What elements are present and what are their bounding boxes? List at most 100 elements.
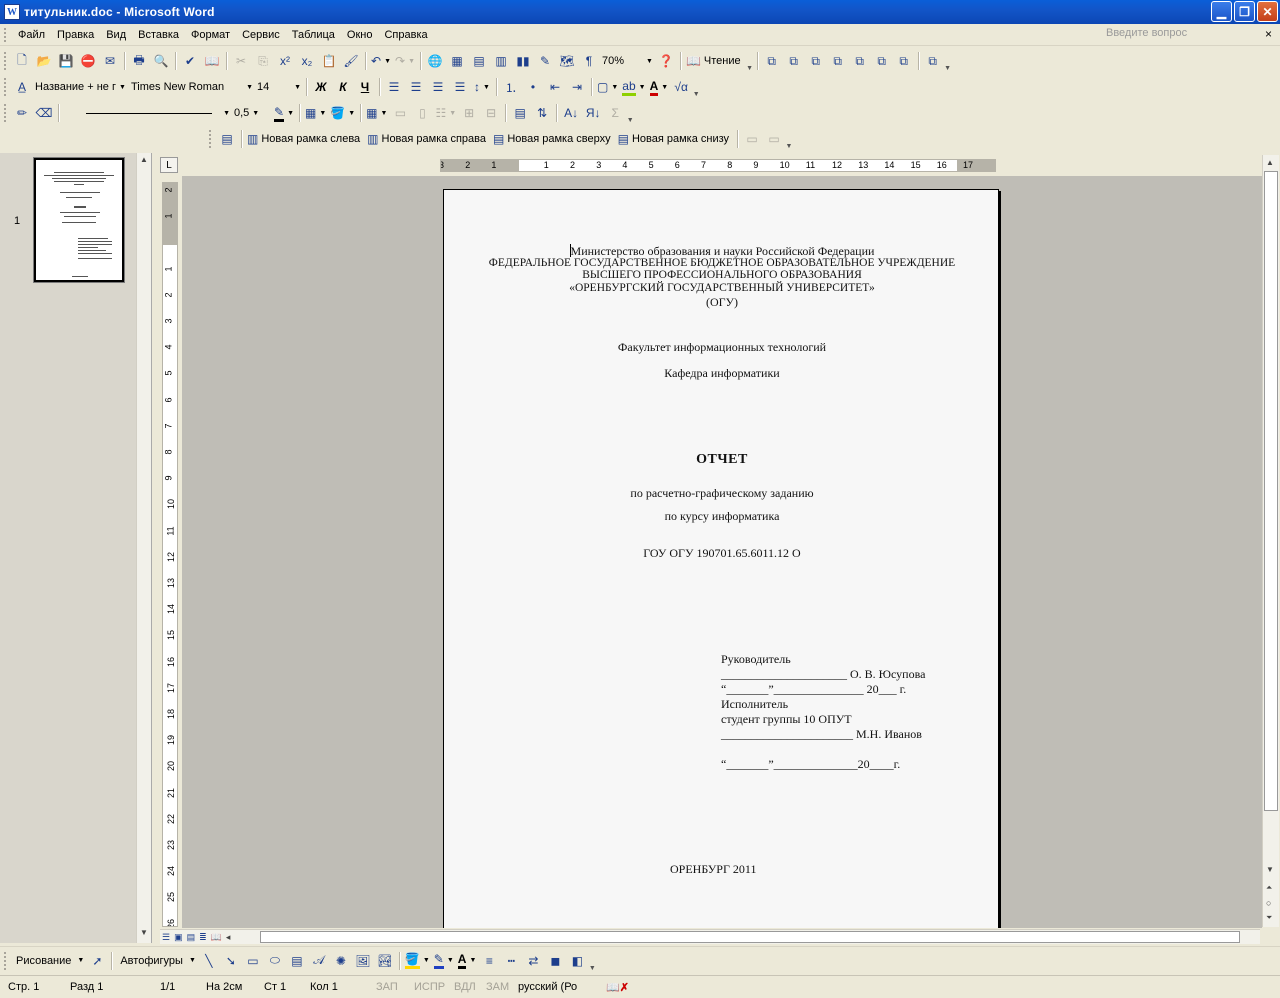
arrow-tool-icon[interactable]: ➘ [220, 950, 242, 972]
border-icon[interactable]: ▦ ▼ [303, 102, 328, 124]
autoshapes-button[interactable]: Автофигуры ▼ [115, 950, 198, 972]
help-search-input[interactable]: Введите вопрос [1106, 27, 1256, 43]
tables-borders-icon[interactable]: ▦ [446, 50, 468, 72]
scroll-down-icon[interactable]: ▼ [1266, 865, 1274, 874]
equation-icon[interactable]: √α [670, 76, 692, 98]
draw-menu-button[interactable]: Рисование ▼ [11, 950, 86, 972]
insert-table-icon[interactable]: ▤ [468, 50, 490, 72]
font-size-select[interactable]: 14 ▼ [255, 78, 303, 96]
insert-table-2-icon[interactable]: ▦ ▼ [364, 102, 389, 124]
new-document-icon[interactable]: 🗋 [11, 50, 33, 72]
menu-view[interactable]: Вид [100, 29, 132, 41]
menu-grip[interactable] [4, 27, 8, 42]
menu-file[interactable]: Файл [12, 29, 51, 41]
reading-view-icon[interactable]: 📖 [211, 932, 222, 943]
status-track-changes[interactable]: ИСПР [406, 981, 446, 993]
outline-view-icon[interactable]: ≣ [199, 932, 207, 943]
align-center-icon[interactable]: ☰ [405, 76, 427, 98]
numbering-icon[interactable]: ⒈ [500, 76, 522, 98]
autoformat-table-icon[interactable]: ▤ [509, 102, 531, 124]
frame-tool-5-icon[interactable]: ⧉ [849, 50, 871, 72]
subscript-icon[interactable]: x₂ [296, 50, 318, 72]
new-frame-right-button[interactable]: ▥ Новая рамка справа [365, 128, 491, 150]
distribute-rows-icon[interactable]: ⊞ [458, 102, 480, 124]
new-frame-left-button[interactable]: ▥ Новая рамка слева [245, 128, 365, 150]
zoom-select[interactable]: 70% ▼ [600, 52, 655, 70]
redo-icon[interactable]: ↷ ▼ [393, 50, 417, 72]
browse-object-icon[interactable]: ○ [1266, 898, 1271, 908]
bullets-icon[interactable]: • [522, 76, 544, 98]
spelling-icon[interactable]: ✔ [179, 50, 201, 72]
fill-color-icon[interactable]: 🪣 ▼ [403, 950, 432, 972]
style-select[interactable]: Название + не г ▼ [33, 78, 129, 96]
decrease-indent-icon[interactable]: ⇤ [544, 76, 566, 98]
close-button[interactable]: ✕ [1257, 1, 1278, 22]
shading-icon[interactable]: 🪣 ▼ [328, 102, 357, 124]
open-folder-icon[interactable]: 📂 [33, 50, 55, 72]
highlight-icon[interactable]: ab ▼ [620, 76, 647, 98]
web-view-icon[interactable]: ▣ [174, 932, 183, 943]
status-record[interactable]: ЗАП [368, 981, 406, 993]
document-area[interactable]: Министерство образования и науки Российс… [182, 176, 1262, 928]
print-icon[interactable]: 🖶 [128, 50, 150, 72]
styles-icon[interactable]: A̲ [11, 76, 33, 98]
bold-button[interactable]: Ж [310, 76, 332, 98]
text-direction-icon[interactable]: ⇅ [531, 102, 553, 124]
toolbar-options-6-icon[interactable]: ▼ [588, 950, 596, 972]
toolbar-options-3-icon[interactable]: ▼ [692, 76, 700, 98]
document-close-icon[interactable]: × [1265, 27, 1272, 41]
sort-descending-icon[interactable]: Я↓ [582, 102, 604, 124]
line-color-icon[interactable]: ✎ ▼ [432, 950, 456, 972]
paste-icon[interactable]: 📋 [318, 50, 340, 72]
font-select[interactable]: Times New Roman ▼ [129, 78, 255, 96]
menu-edit[interactable]: Правка [51, 29, 100, 41]
line-spacing-icon[interactable]: ↕ ▼ [471, 76, 493, 98]
permission-icon[interactable]: ⛔ [77, 50, 99, 72]
frame-tool-6-icon[interactable]: ⧉ [871, 50, 893, 72]
horizontal-scrollbar[interactable]: ☰ ▣ ▤ ≣ 📖 ◂ [160, 929, 1260, 944]
clipart-icon[interactable]: 🖼 [352, 950, 374, 972]
new-frame-bottom-button[interactable]: ▤ Новая рамка снизу [616, 128, 734, 150]
scroll-down-arrow-icon[interactable]: ▼ [140, 928, 148, 937]
research-icon[interactable]: 📖 [201, 50, 223, 72]
show-hide-icon[interactable]: ¶ [578, 50, 600, 72]
drawing-icon[interactable]: ✎ [534, 50, 556, 72]
page-thumbnail[interactable] [33, 157, 125, 283]
insert-picture-icon[interactable]: 🏞 [374, 950, 396, 972]
dash-style-icon[interactable]: ┅ [500, 950, 522, 972]
copy-icon[interactable]: ⎘ [252, 50, 274, 72]
menu-help[interactable]: Справка [378, 29, 433, 41]
textbox-tool-icon[interactable]: ▤ [286, 950, 308, 972]
toolbar-grip[interactable] [4, 78, 7, 96]
align-right-icon[interactable]: ☰ [427, 76, 449, 98]
insert-excel-icon[interactable]: ▥ [490, 50, 512, 72]
status-overtype[interactable]: ЗАМ [478, 981, 510, 993]
diagram-icon[interactable]: ✺ [330, 950, 352, 972]
document-map-icon[interactable]: 🗺 [556, 50, 578, 72]
save-icon[interactable]: 💾 [55, 50, 77, 72]
horizontal-ruler[interactable]: 3211234567891011121314151617 [440, 159, 996, 172]
toolbar-grip[interactable] [4, 104, 7, 122]
border-color-icon[interactable]: ✎ ▼ [272, 102, 296, 124]
undo-icon[interactable]: ↶ ▼ [369, 50, 393, 72]
menu-window[interactable]: Окно [341, 29, 379, 41]
font-color-2-icon[interactable]: A ▼ [456, 950, 479, 972]
minimize-button[interactable]: ▁ [1211, 1, 1232, 22]
italic-button[interactable]: К [332, 76, 354, 98]
vertical-ruler[interactable]: 2 1 1 2 3 4 5 6 7 8 9 10 11 12 13 14 15 16 17 18 19 20 21 22 23 2… [162, 182, 178, 927]
print-preview-icon[interactable]: 🔍 [150, 50, 172, 72]
columns-icon[interactable]: ▮▮ [512, 50, 534, 72]
status-language[interactable]: русский (Ро [510, 981, 598, 993]
line-style-select[interactable]: ▼ [62, 104, 232, 122]
email-icon[interactable]: ✉ [99, 50, 121, 72]
frame-tool-7-icon[interactable]: ⧉ [893, 50, 915, 72]
toolbar-options-4-icon[interactable]: ▼ [626, 102, 634, 124]
vertical-scroll-thumb[interactable] [1264, 171, 1278, 811]
merge-cells-icon[interactable]: ▭ [389, 102, 411, 124]
toolbar-options-2-icon[interactable]: ▼ [944, 50, 952, 72]
shadow-style-icon[interactable]: ◼ [544, 950, 566, 972]
oval-tool-icon[interactable]: ⬭ [264, 950, 286, 972]
spelling-status-icon[interactable]: 📖✗ [598, 981, 637, 994]
toolbar-grip[interactable] [209, 130, 212, 148]
frame-properties-icon[interactable]: ▭ [741, 128, 763, 150]
